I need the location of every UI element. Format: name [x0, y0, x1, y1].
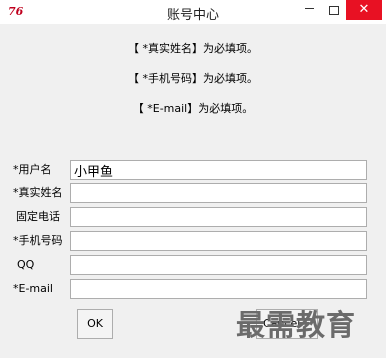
- username-label: *用户名: [13, 163, 52, 176]
- ok-button[interactable]: OK: [77, 309, 113, 339]
- qq-field[interactable]: [70, 255, 367, 275]
- notice-phone-required: 【 *手机号码】为必填项。: [128, 72, 258, 85]
- username-field[interactable]: [70, 160, 367, 180]
- title-bar: 76 账号中心 ✕: [0, 0, 386, 24]
- maximize-button[interactable]: [320, 0, 347, 22]
- minimize-icon: [305, 8, 314, 9]
- mobile-field[interactable]: [70, 231, 367, 251]
- real-name-field[interactable]: [70, 183, 367, 203]
- close-button[interactable]: ✕: [346, 0, 382, 20]
- notice-email-required: 【 *E-mail】为必填项。: [132, 102, 254, 115]
- maximize-icon: [328, 6, 339, 15]
- watermark-logo: 最需教育: [236, 308, 357, 342]
- minimize-button[interactable]: [296, 0, 323, 22]
- landline-label: 固定电话: [16, 210, 60, 223]
- qq-label: QQ: [17, 258, 35, 271]
- real-name-label: *真实姓名: [13, 186, 63, 199]
- notice-real-name-required: 【 *真实姓名】为必填项。: [128, 42, 258, 55]
- mobile-label: *手机号码: [13, 234, 63, 247]
- email-label: *E-mail: [13, 282, 53, 295]
- landline-field[interactable]: [70, 207, 367, 227]
- close-icon: ✕: [358, 2, 370, 17]
- email-field[interactable]: [70, 279, 367, 299]
